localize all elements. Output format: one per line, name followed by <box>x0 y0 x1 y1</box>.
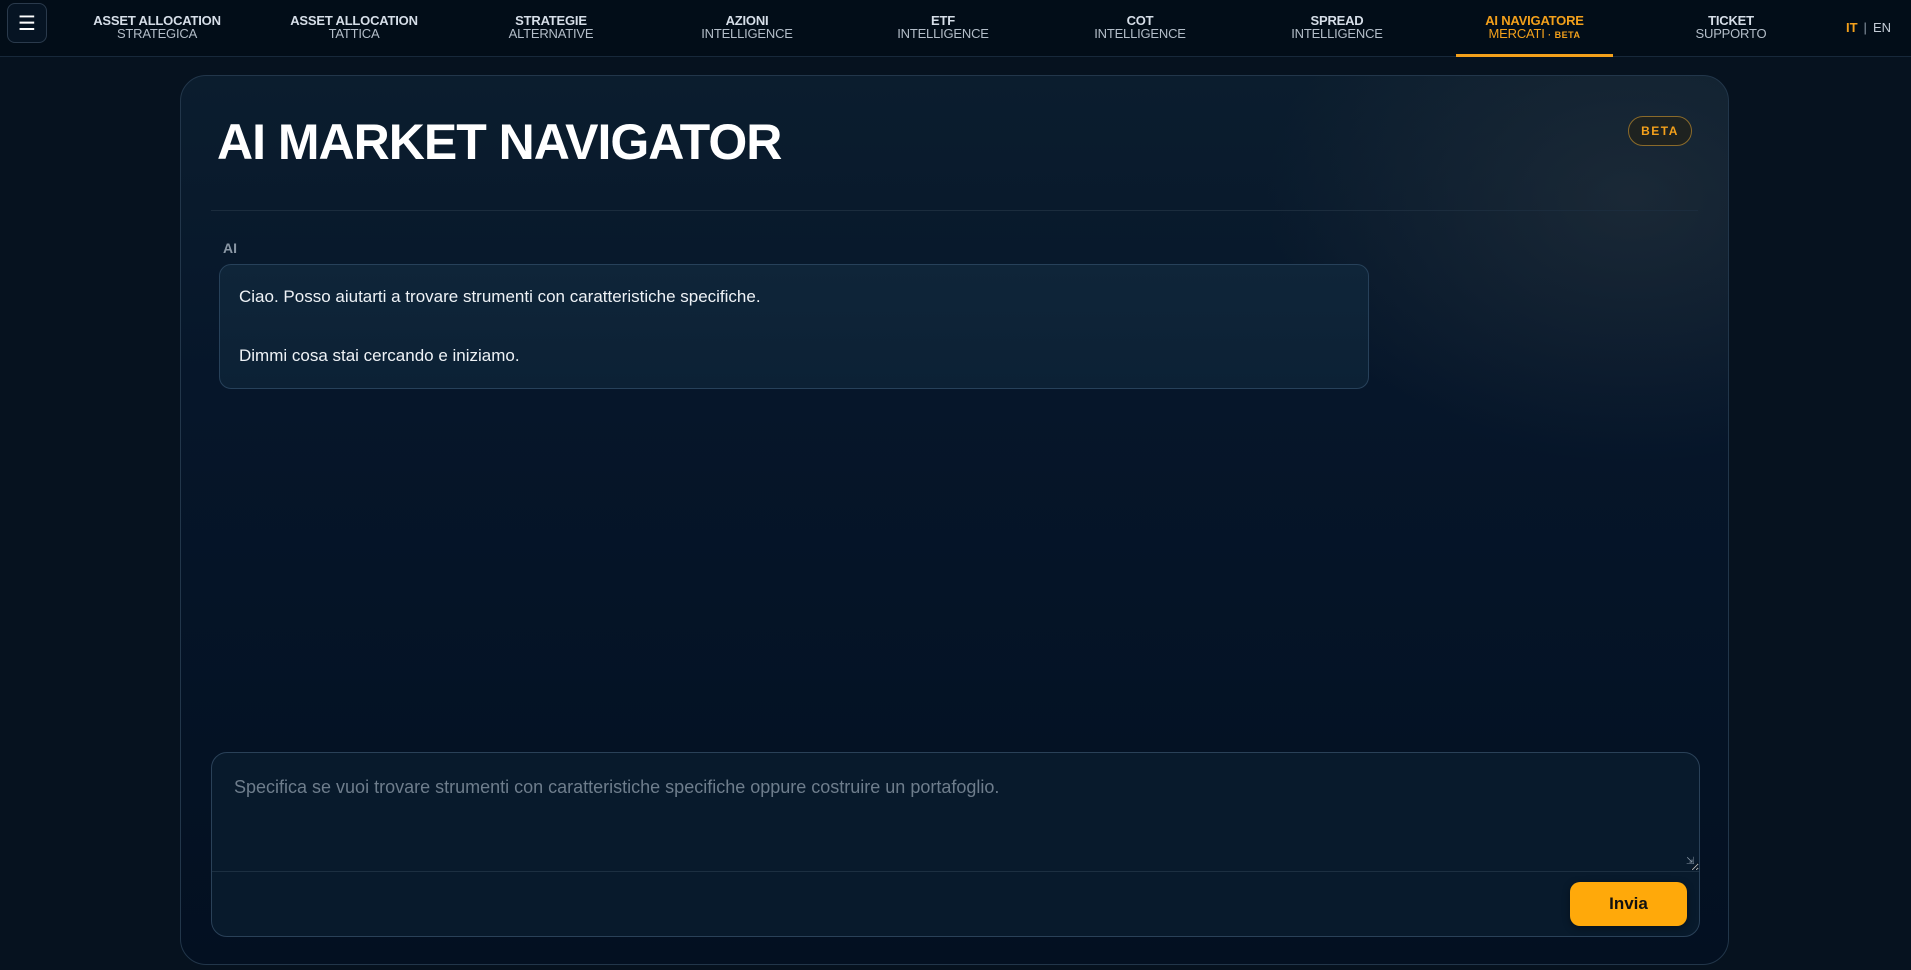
message-paragraph: Dimmi cosa stai cercando e iniziamo. <box>239 346 520 365</box>
nav-item-asset-allocation-tattica[interactable]: ASSET ALLOCATION TATTICA <box>285 0 423 57</box>
top-navigation: ☰ ASSET ALLOCATION STRATEGICA ASSET ALLO… <box>0 0 1911 57</box>
nav-item-ai-navigatore-mercati[interactable]: AI NAVIGATORE MERCATI · BETA <box>1456 0 1613 57</box>
nav-item-strategie-alternative[interactable]: STRATEGIE ALTERNATIVE <box>496 0 606 57</box>
resize-grip-icon[interactable]: ⇲ <box>1686 857 1696 867</box>
nav-item-asset-allocation-strategica[interactable]: ASSET ALLOCATION STRATEGICA <box>88 0 226 57</box>
nav-item-line2: TATTICA <box>328 26 380 41</box>
nav-item-cot-intelligence[interactable]: COT INTELLIGENCE <box>1085 0 1195 57</box>
nav-item-line2: SUPPORTO <box>1695 26 1767 41</box>
send-button[interactable]: Invia <box>1570 882 1687 926</box>
nav-item-spread-intelligence[interactable]: SPREAD INTELLIGENCE <box>1282 0 1392 57</box>
lang-en-link[interactable]: EN <box>1873 20 1891 35</box>
nav-item-line2: INTELLIGENCE <box>1291 26 1383 41</box>
lang-it-link[interactable]: IT <box>1846 20 1858 35</box>
nav-item-line2: MERCATI · BETA <box>1489 27 1581 42</box>
nav-item-line2: STRATEGICA <box>116 26 198 41</box>
nav-item-azioni-intelligence[interactable]: AZIONI INTELLIGENCE <box>692 0 802 57</box>
beta-badge: BETA <box>1628 116 1692 146</box>
composer-divider <box>212 871 1699 872</box>
lang-separator: | <box>1863 20 1867 35</box>
ai-message-bubble: Ciao. Posso aiutarti a trovare strumenti… <box>219 264 1369 389</box>
message-composer: ⇲ Invia <box>211 752 1700 937</box>
nav-item-line2: INTELLIGENCE <box>1094 26 1186 41</box>
message-paragraph: Ciao. Posso aiutarti a trovare strumenti… <box>239 287 761 306</box>
menu-button[interactable]: ☰ <box>7 3 47 43</box>
nav-item-line2: INTELLIGENCE <box>897 26 989 41</box>
header-divider <box>211 210 1698 211</box>
navigator-card: AI MARKET NAVIGATOR BETA AI Ciao. Posso … <box>180 75 1729 965</box>
hamburger-icon: ☰ <box>18 12 36 35</box>
message-input[interactable] <box>212 753 1699 871</box>
nav-item-etf-intelligence[interactable]: ETF INTELLIGENCE <box>888 0 998 57</box>
nav-item-line2: INTELLIGENCE <box>701 26 793 41</box>
nav-item-line2-text: MERCATI <box>1488 26 1545 41</box>
nav-beta-tag: · BETA <box>1548 30 1581 40</box>
nav-item-line2: ALTERNATIVE <box>508 26 594 41</box>
nav-item-ticket-supporto[interactable]: TICKET SUPPORTO <box>1676 0 1786 57</box>
message-sender-label: AI <box>223 240 237 256</box>
page-title: AI MARKET NAVIGATOR <box>217 114 782 170</box>
language-switcher: IT | EN <box>1846 20 1891 35</box>
